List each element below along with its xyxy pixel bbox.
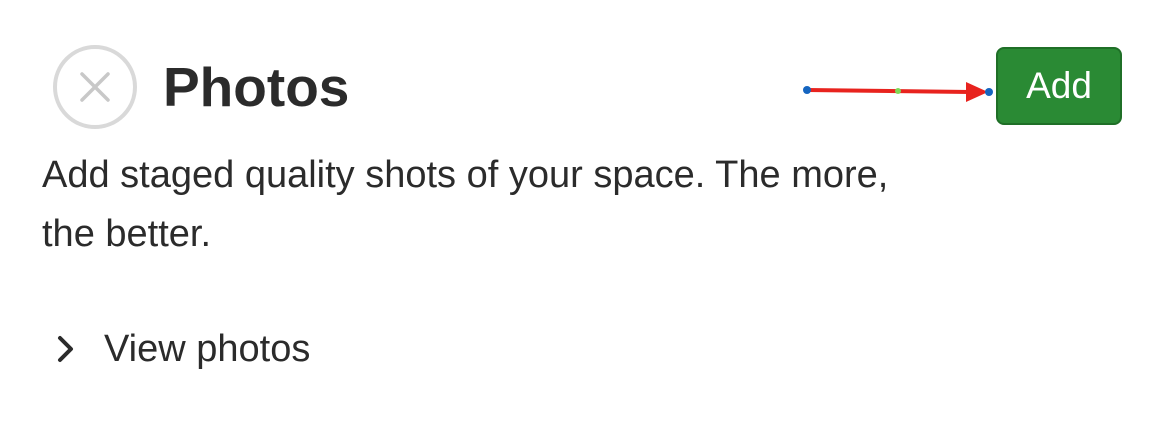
view-photos-link[interactable]: View photos [54, 321, 310, 377]
annotation-arrow [803, 82, 993, 102]
section-title: Photos [163, 56, 350, 118]
add-button[interactable]: Add [996, 47, 1122, 125]
chevron-right-icon [54, 334, 78, 364]
view-photos-label: View photos [104, 328, 311, 370]
section-description: Add staged quality shots of your space. … [42, 154, 889, 255]
circle-x-icon[interactable] [52, 44, 138, 130]
photos-section: Photos Add staged quality shots of your … [0, 0, 1163, 425]
